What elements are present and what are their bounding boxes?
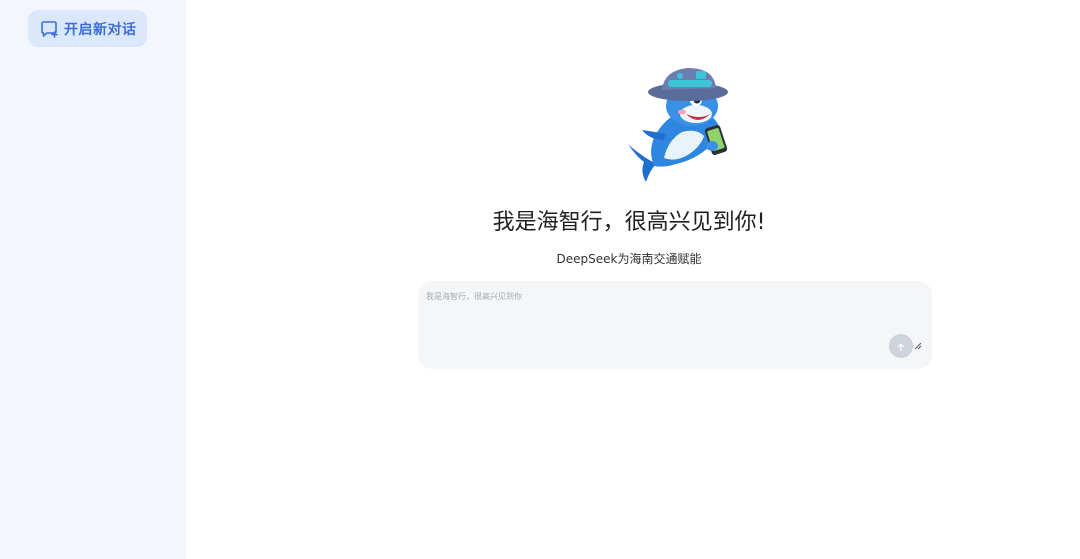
greeting-title: 我是海智行，很高兴见到你! <box>492 210 766 235</box>
greeting-subtitle: DeepSeek为海南交通赋能 <box>556 252 702 266</box>
message-composer <box>418 281 932 369</box>
sidebar: 开启新对话 <box>0 0 186 559</box>
resize-handle-icon[interactable] <box>914 335 922 350</box>
new-chat-button[interactable]: 开启新对话 <box>28 10 147 47</box>
send-button[interactable] <box>889 334 913 358</box>
new-chat-label: 开启新对话 <box>64 21 137 38</box>
arrow-up-icon <box>896 337 906 356</box>
message-input[interactable] <box>426 291 886 331</box>
dolphin-mascot-icon <box>616 66 736 186</box>
app-root: 开启新对话 我是海智行，很高兴见到你! DeepSeek为海南交通赋能 我是海智… <box>0 0 1080 559</box>
chat-plus-icon <box>39 19 59 39</box>
main-area: 我是海智行，很高兴见到你! DeepSeek为海南交通赋能 <box>186 0 1080 559</box>
